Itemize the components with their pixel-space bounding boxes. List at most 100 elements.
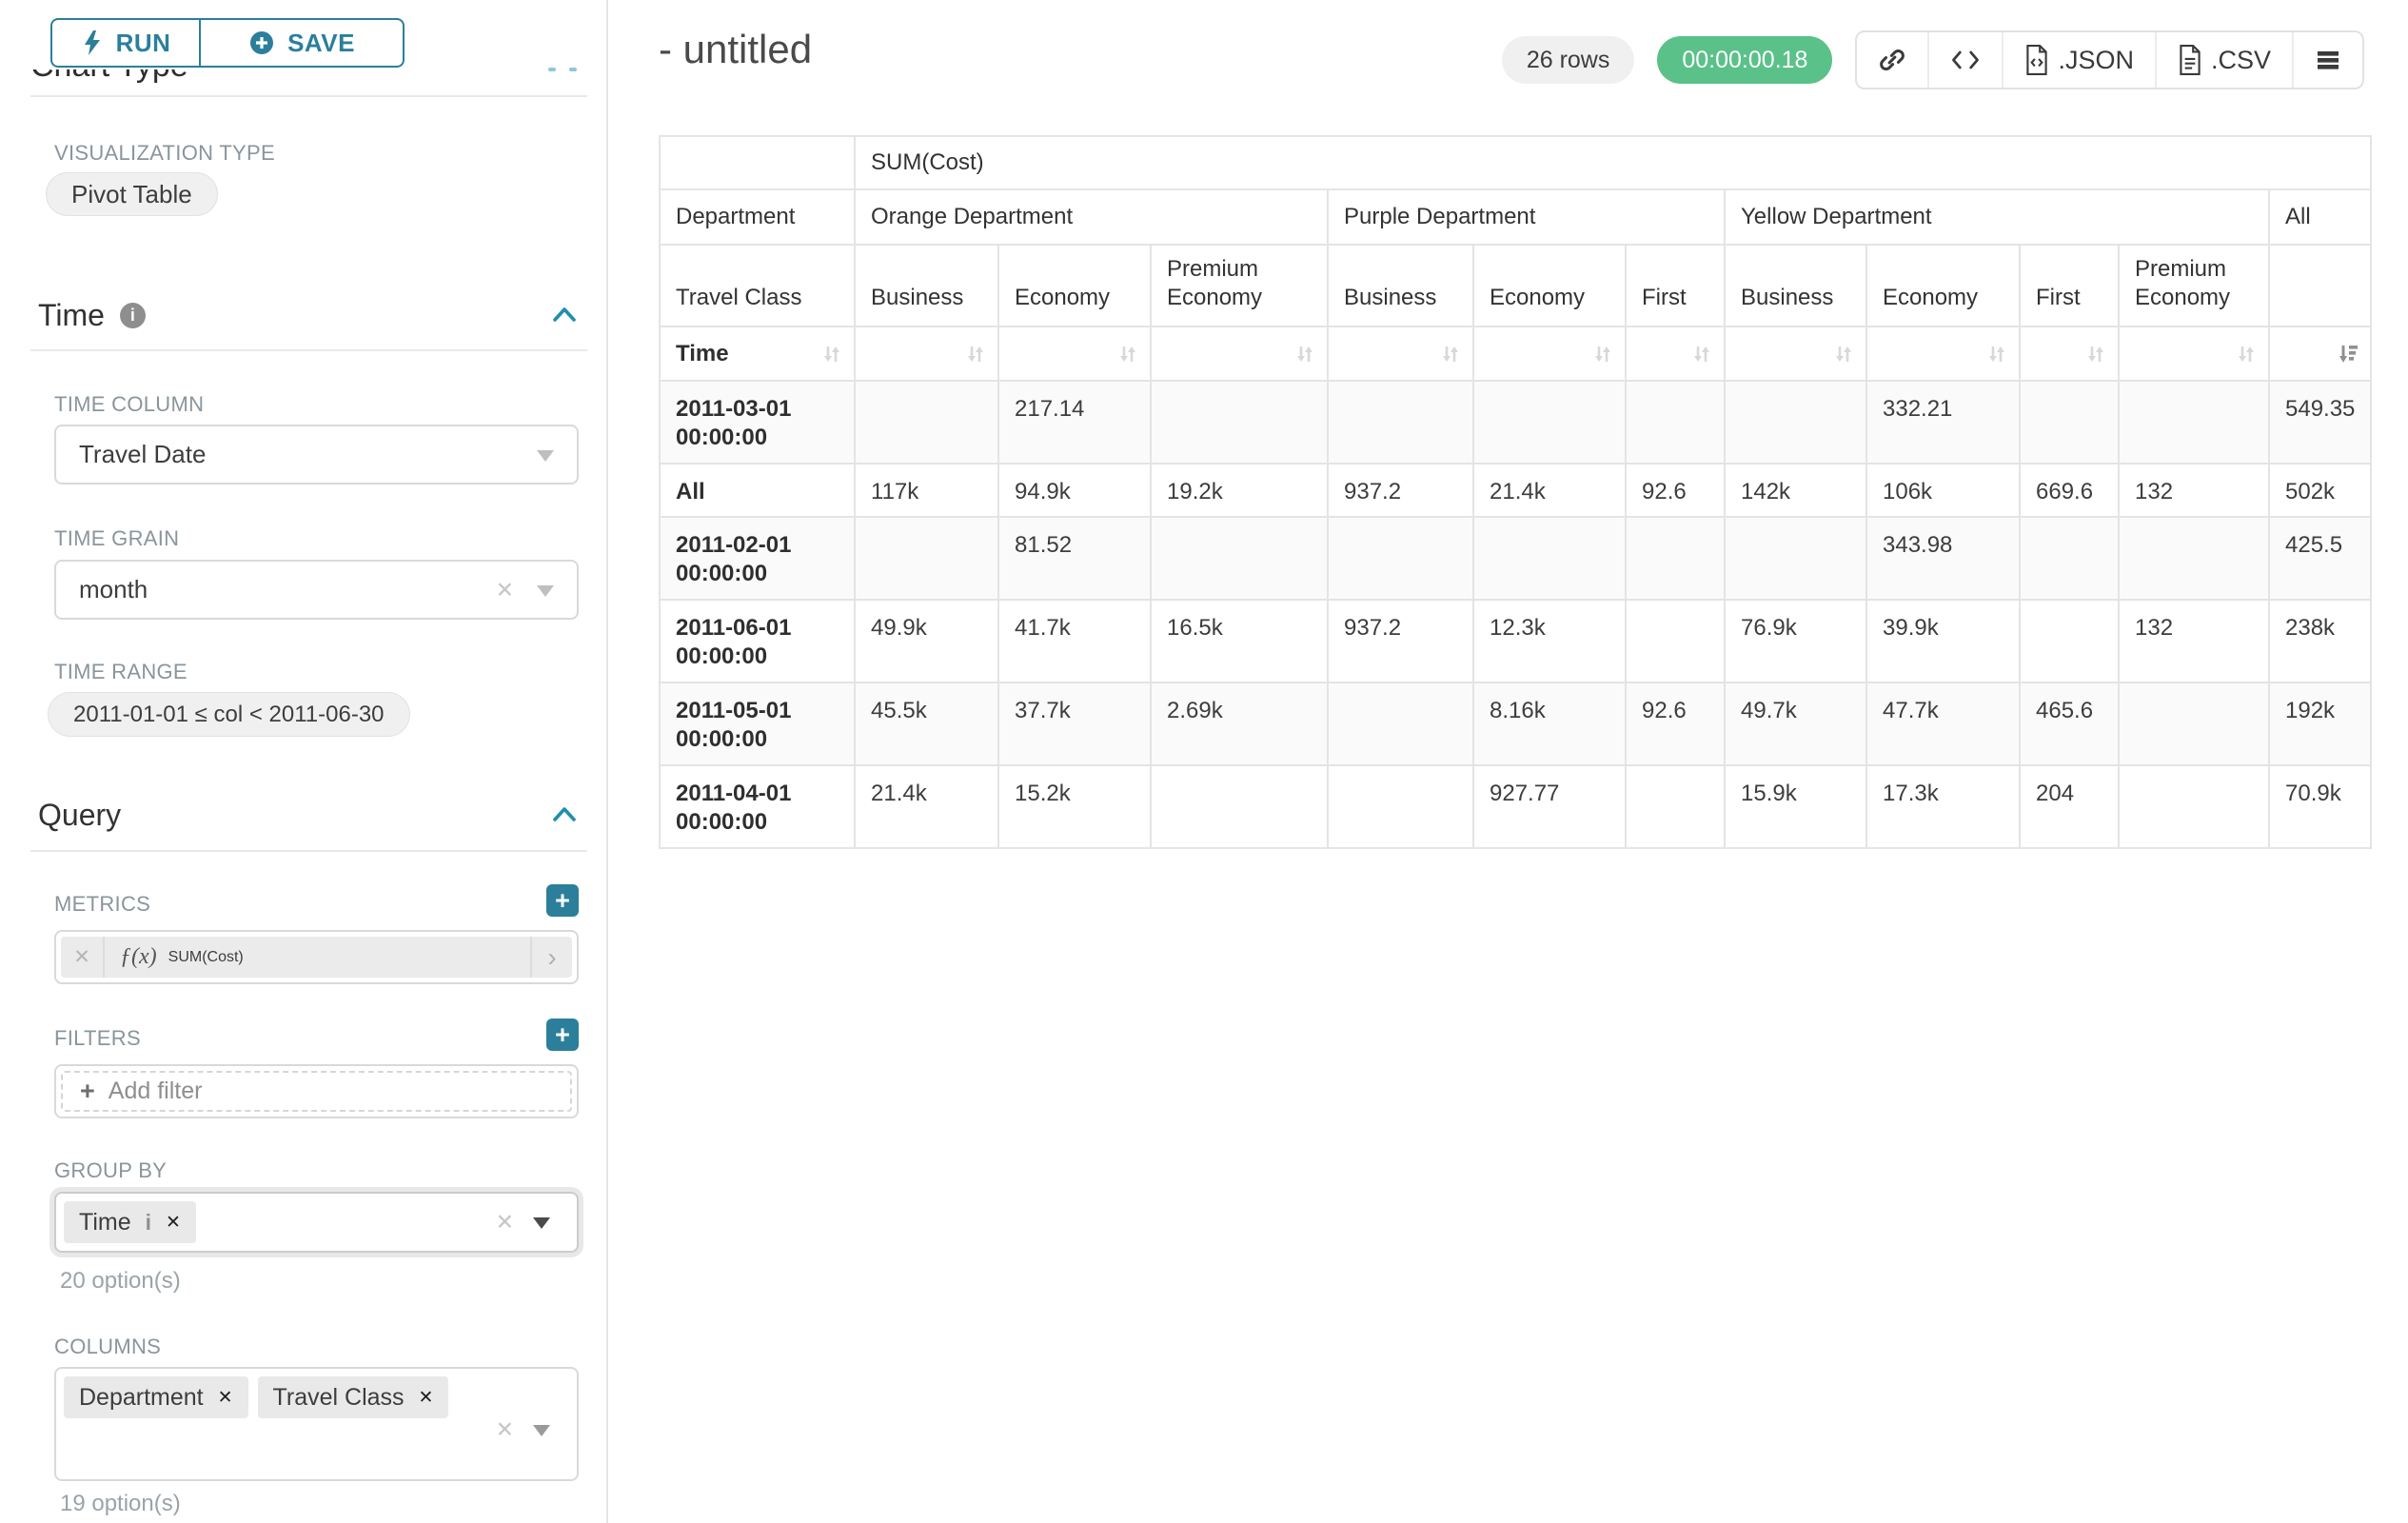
add-filter-dropzone[interactable]: + Add filter xyxy=(61,1071,572,1112)
pivot-value-cell xyxy=(1151,381,1328,464)
pivot-sort-cell xyxy=(1473,326,1626,381)
save-button[interactable]: SAVE xyxy=(200,18,405,68)
pivot-sort-cell xyxy=(2119,326,2269,381)
sort-icon[interactable] xyxy=(2083,342,2108,366)
export-csv-button[interactable]: .CSV xyxy=(2157,32,2294,88)
sort-desc-icon[interactable] xyxy=(2336,342,2360,366)
sort-icon[interactable] xyxy=(963,342,988,366)
pivot-value-cell: 132 xyxy=(2119,600,2269,682)
columns-select[interactable]: Department ✕ Travel Class ✕ ✕ xyxy=(54,1367,579,1481)
caret-down-icon[interactable] xyxy=(537,585,554,597)
pivot-value-cell xyxy=(2020,600,2119,682)
caret-down-icon[interactable] xyxy=(533,1425,550,1436)
pivot-col-header: Premium Economy xyxy=(2119,245,2269,326)
sort-icon[interactable] xyxy=(1689,342,1714,366)
caret-down-icon[interactable] xyxy=(537,450,554,462)
sort-icon[interactable] xyxy=(1590,342,1615,366)
metric-value: SUM(Cost) xyxy=(168,949,244,966)
pivot-sort-cell xyxy=(2269,326,2371,381)
time-range-pill[interactable]: 2011-01-01 ≤ col < 2011-06-30 xyxy=(48,692,410,737)
remove-chip-icon[interactable]: ✕ xyxy=(218,1387,233,1409)
pivot-sort-cell xyxy=(998,326,1151,381)
pivot-row-header: 2011-05-01 00:00:00 xyxy=(660,682,855,765)
info-icon[interactable]: i xyxy=(120,303,146,328)
pivot-value-cell: 425.5 xyxy=(2269,517,2371,600)
chart-title[interactable]: - untitled xyxy=(659,27,812,72)
pivot-value-cell: 39.9k xyxy=(1866,600,2020,682)
save-button-label: SAVE xyxy=(287,29,355,58)
time-grain-select[interactable]: month ✕ xyxy=(54,560,579,620)
sort-icon[interactable] xyxy=(1984,342,2009,366)
query-timer-badge: 00:00:00.18 xyxy=(1657,36,1832,84)
clear-icon[interactable]: ✕ xyxy=(496,1417,514,1443)
pivot-value-cell xyxy=(1473,517,1626,600)
chevron-up-icon[interactable] xyxy=(551,802,578,829)
remove-metric-icon[interactable]: ✕ xyxy=(61,937,105,978)
metric-pill[interactable]: ✕ ƒ(x) SUM(Cost) › xyxy=(61,937,572,978)
sort-icon[interactable] xyxy=(1293,342,1317,366)
export-json-button[interactable]: .JSON xyxy=(2003,32,2157,88)
clear-icon[interactable]: ✕ xyxy=(496,1210,514,1236)
pivot-value-cell xyxy=(1626,381,1725,464)
pivot-value-cell xyxy=(2119,381,2269,464)
pivot-sort-cell xyxy=(1725,326,1866,381)
add-metric-button[interactable]: + xyxy=(546,884,579,917)
control-panel: Chart Type RUN SAVE VISUALIZATION TYPE P… xyxy=(0,0,606,1523)
chevron-right-icon[interactable]: › xyxy=(530,937,572,978)
time-grain-label: TIME GRAIN xyxy=(54,526,179,551)
query-section-title-text: Query xyxy=(38,798,121,833)
sort-icon[interactable] xyxy=(1438,342,1463,366)
pivot-value-cell: 937.2 xyxy=(1328,600,1473,682)
pivot-value-cell: 76.9k xyxy=(1725,600,1866,682)
pivot-col-header: Economy xyxy=(998,245,1151,326)
info-icon[interactable]: i xyxy=(146,1210,151,1236)
viz-type-label: VISUALIZATION TYPE xyxy=(54,141,275,166)
remove-chip-icon[interactable]: ✕ xyxy=(166,1212,181,1234)
file-lines-icon xyxy=(2178,45,2202,75)
pivot-col-header: First xyxy=(2020,245,2119,326)
chip-label: Time xyxy=(79,1209,131,1236)
pivot-value-cell: 192k xyxy=(2269,682,2371,765)
copy-link-button[interactable] xyxy=(1857,32,1929,88)
pivot-value-cell xyxy=(2119,517,2269,600)
pivot-value-cell xyxy=(1151,517,1328,600)
clear-icon[interactable]: ✕ xyxy=(496,577,514,603)
sort-icon[interactable] xyxy=(1115,342,1140,366)
add-filter-button[interactable]: + xyxy=(546,1019,579,1051)
remove-chip-icon[interactable]: ✕ xyxy=(419,1387,434,1409)
columns-chip[interactable]: Department ✕ xyxy=(64,1376,248,1418)
time-column-select[interactable]: Travel Date xyxy=(54,425,579,485)
columns-chip[interactable]: Travel Class ✕ xyxy=(258,1376,449,1418)
columns-options-count: 19 option(s) xyxy=(60,1491,181,1517)
pivot-value-cell: 12.3k xyxy=(1473,600,1626,682)
pivot-row-header: 2011-03-01 00:00:00 xyxy=(660,381,855,464)
sort-icon[interactable] xyxy=(819,342,844,366)
panel-drag-dot xyxy=(548,68,556,71)
pivot-col-header: Economy xyxy=(1473,245,1626,326)
sort-icon[interactable] xyxy=(1831,342,1856,366)
sort-icon[interactable] xyxy=(2234,342,2259,366)
viz-type-pill[interactable]: Pivot Table xyxy=(46,172,218,216)
pivot-value-cell: 117k xyxy=(855,464,998,517)
pivot-col-header xyxy=(2269,245,2371,326)
run-button[interactable]: RUN xyxy=(50,18,200,68)
caret-down-icon[interactable] xyxy=(533,1217,550,1229)
group-by-chip[interactable]: Time i ✕ xyxy=(64,1201,196,1243)
pivot-value-cell: 41.7k xyxy=(998,600,1151,682)
chevron-up-icon[interactable] xyxy=(551,303,578,329)
pivot-value-cell xyxy=(855,517,998,600)
menu-button[interactable] xyxy=(2294,32,2362,88)
file-code-icon xyxy=(2024,45,2049,75)
pivot-value-cell: 465.6 xyxy=(2020,682,2119,765)
embed-code-button[interactable] xyxy=(1929,32,2003,88)
pivot-value-cell xyxy=(2119,682,2269,765)
pivot-value-cell: 927.77 xyxy=(1473,765,1626,848)
pivot-value-cell: 15.2k xyxy=(998,765,1151,848)
time-grain-value: month xyxy=(79,575,148,604)
export-button-group: .JSON .CSV xyxy=(1855,30,2364,89)
export-json-label: .JSON xyxy=(2058,46,2134,75)
results-panel: - untitled 26 rows 00:00:00.18 xyxy=(608,0,2408,1523)
pivot-value-cell: 21.4k xyxy=(1473,464,1626,517)
pivot-group-header: All xyxy=(2269,189,2371,245)
group-by-select[interactable]: Time i ✕ ✕ xyxy=(54,1192,579,1253)
